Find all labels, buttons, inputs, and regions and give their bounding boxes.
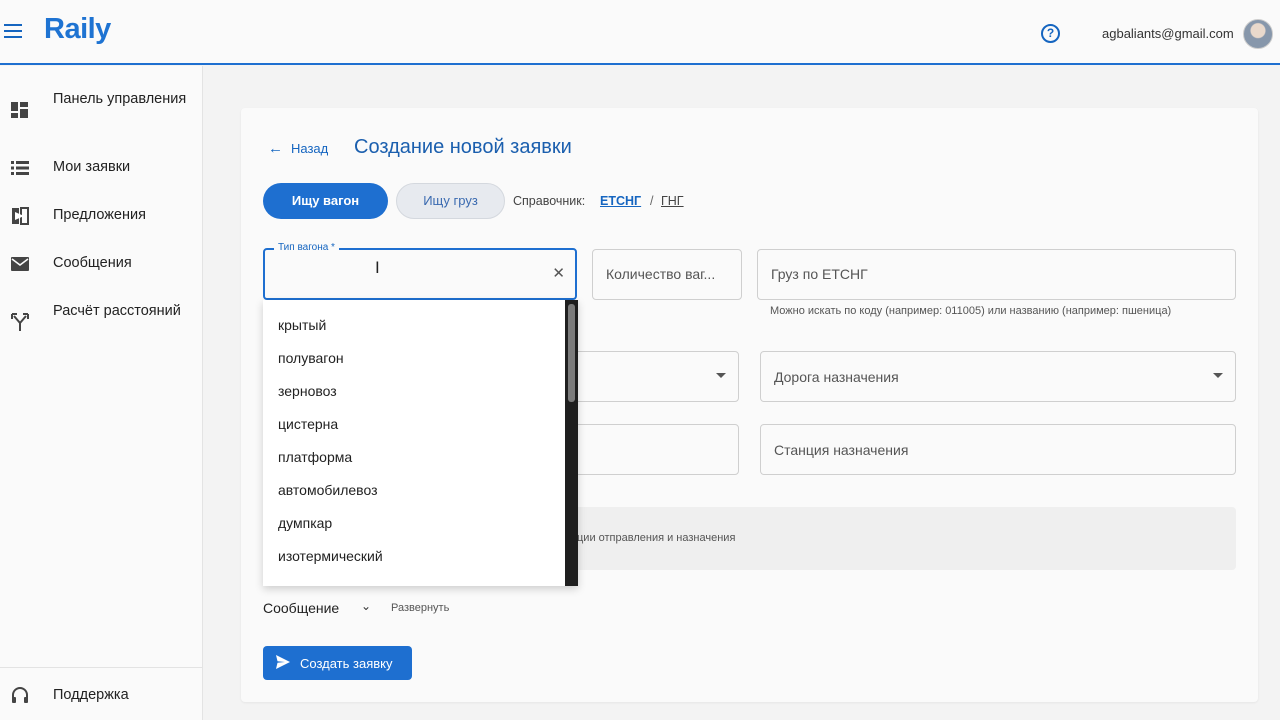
seek-wagon-button[interactable]: Ищу вагон [263,183,388,219]
cargo-placeholder: Груз по ЕТСНГ [771,266,868,282]
sidebar-item-label: Поддержка [53,687,129,703]
reference-separator: / [650,194,654,208]
chevron-down-icon [716,373,726,378]
text-cursor-icon: I [375,258,380,277]
departure-station-field[interactable] [560,424,739,475]
offers-icon [12,207,29,225]
departure-road-select[interactable] [560,351,739,402]
sidebar: Панель управления Мои заявки Предложения… [0,66,203,720]
seek-cargo-button[interactable]: Ищу груз [396,183,505,219]
sidebar-item-dashboard[interactable]: Панель управления [0,88,203,134]
wagon-type-label: Тип вагона * [274,242,339,253]
dropdown-option[interactable]: платформа [278,449,352,465]
app-logo[interactable]: Raily [44,13,111,46]
distance-info-text: ции отправления и назначения [577,532,736,544]
dashboard-icon [11,102,28,118]
reference-label: Справочник: [513,194,586,208]
wagon-count-placeholder: Количество ваг... [606,266,716,282]
avatar[interactable] [1243,19,1273,49]
cargo-hint: Можно искать по коду (например: 011005) … [770,305,1172,317]
sidebar-item-label: Сообщения [53,255,132,271]
destination-station-field[interactable]: Станция назначения [760,424,1236,475]
wagon-type-dropdown: крытый полувагон зерновоз цистерна платф… [263,300,578,586]
create-request-label: Создать заявку [300,656,393,671]
dropdown-option[interactable]: автомобилевоз [278,482,378,498]
dropdown-option[interactable]: зерновоз [278,383,337,399]
send-icon [276,655,290,669]
clear-icon[interactable]: ✕ [552,264,565,282]
scrollbar-thumb[interactable] [568,304,575,402]
destination-road-placeholder: Дорога назначения [774,369,899,385]
back-link[interactable]: ← Назад [268,140,328,157]
dropdown-option[interactable]: изотермический [278,548,383,564]
message-label: Сообщение [263,600,340,616]
dropdown-option[interactable]: крытый [278,317,326,333]
headset-icon [12,687,28,703]
dropdown-scrollbar[interactable] [565,300,578,586]
sidebar-item-my-requests[interactable]: Мои заявки [0,156,203,180]
dropdown-option[interactable]: думпкар [278,515,332,531]
top-bar: Raily ? agbaliants@gmail.com [0,0,1280,65]
sidebar-item-label: Предложения [53,207,146,223]
chevron-down-icon [1213,373,1223,378]
user-email[interactable]: agbaliants@gmail.com [1102,26,1234,41]
back-label: Назад [291,141,329,156]
sidebar-item-messages[interactable]: Сообщения [0,252,203,276]
sidebar-item-label: Мои заявки [53,159,131,175]
arrow-left-icon: ← [268,140,283,157]
distance-info-box: ции отправления и назначения [565,507,1236,570]
page-title: Создание новой заявки [354,136,572,158]
menu-icon[interactable] [4,24,22,38]
create-request-button[interactable]: Создать заявку [263,646,412,680]
route-icon [11,313,29,331]
sidebar-item-distance[interactable]: Расчёт расстояний [0,300,203,346]
list-icon [11,161,29,175]
gng-link[interactable]: ГНГ [661,194,684,208]
sidebar-item-label: Расчёт расстояний [53,303,181,319]
expand-message-link[interactable]: Развернуть [391,602,449,614]
wagon-count-field[interactable]: Количество ваг... [592,249,742,300]
etsng-link[interactable]: ЕТСНГ [600,194,641,208]
dropdown-option[interactable]: полувагон [278,350,344,366]
destination-road-select[interactable]: Дорога назначения [760,351,1236,402]
cargo-search-field[interactable]: Груз по ЕТСНГ [757,249,1236,300]
wagon-type-field[interactable]: Тип вагона * I ✕ [263,242,577,300]
destination-station-placeholder: Станция назначения [774,442,909,458]
divider [0,667,203,668]
chevron-down-icon[interactable]: ⌄ [361,599,371,613]
sidebar-item-label: Панель управления [53,91,187,107]
help-icon[interactable]: ? [1041,24,1060,43]
mail-icon [11,257,29,271]
dropdown-option[interactable]: цистерна [278,416,338,432]
sidebar-item-support[interactable]: Поддержка [0,684,203,708]
sidebar-item-offers[interactable]: Предложения [0,204,203,228]
